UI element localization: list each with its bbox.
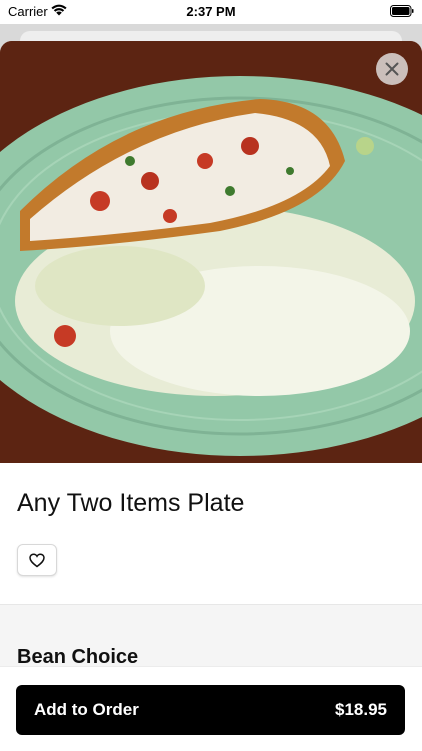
add-to-order-label: Add to Order (34, 700, 139, 719)
clock: 2:37 PM (186, 4, 236, 19)
food-photo-icon (0, 41, 422, 463)
status-bar: Carrier 2:37 PM (0, 0, 422, 24)
close-icon (385, 62, 399, 76)
item-photo (0, 41, 422, 463)
heart-icon (29, 552, 45, 567)
add-to-order-button[interactable]: Add to Order $18.95 (16, 685, 405, 735)
item-detail-sheet: Any Two Items Plate Bean Choice (0, 41, 422, 750)
battery-icon (390, 5, 414, 17)
bottom-bar: Add to Order $18.95 (0, 666, 422, 751)
close-button[interactable] (376, 53, 408, 85)
order-price: $18.95 (335, 700, 387, 719)
favorite-button[interactable] (17, 544, 57, 576)
item-title: Any Two Items Plate (17, 489, 245, 517)
